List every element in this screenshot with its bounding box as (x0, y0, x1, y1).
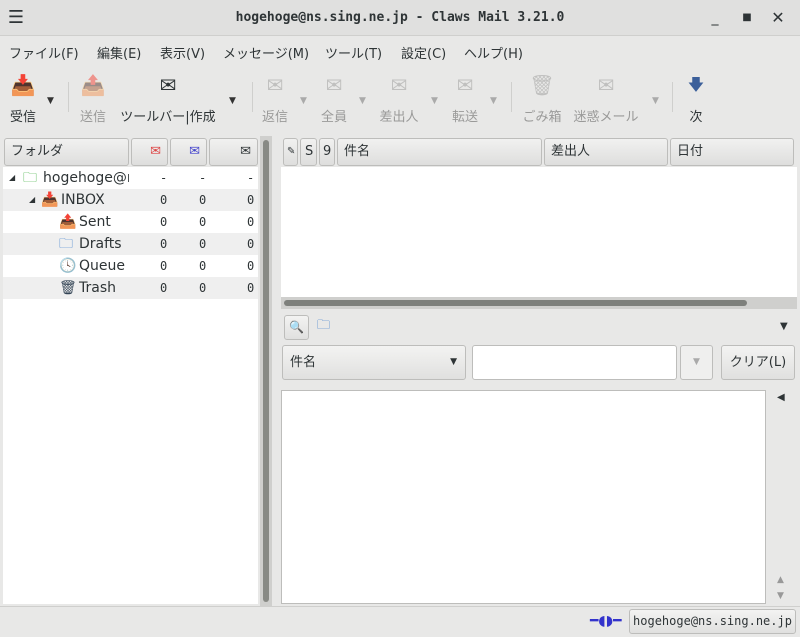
folder-icon: 🗀 (317, 318, 331, 333)
spam-icon: ✉ (597, 73, 615, 97)
reply-button[interactable]: ✉ 返信 (260, 72, 290, 125)
attachment-column-header[interactable]: 9 (319, 138, 335, 166)
message-list[interactable] (281, 167, 797, 297)
folder-row-inbox[interactable]: ◢ 📥 INBOX 0 0 0 (3, 189, 258, 211)
folder-row-sent[interactable]: 📤 Sent 0 0 0 (3, 211, 258, 233)
queue-icon: 🕓 (59, 258, 77, 274)
reply-sender-button[interactable]: ✉ 差出人 (378, 72, 420, 125)
unread-column-header[interactable]: ✉ (170, 138, 207, 166)
quick-search-toggle[interactable]: 🔍 (284, 315, 309, 340)
account-folder-icon: 🗀 (23, 170, 37, 186)
forward-icon: ✉ (456, 73, 474, 97)
trash-folder-icon: 🗑 (59, 280, 77, 296)
account-status-button[interactable]: hogehoge@ns.sing.ne.jp (629, 609, 796, 634)
reply-all-icon: ✉ (325, 73, 343, 97)
scroll-down-icon[interactable]: ▼ (777, 591, 784, 601)
receive-mail-icon: 📥 (10, 73, 36, 97)
menu-message[interactable]: メッセージ(M) (223, 43, 309, 62)
forward-button[interactable]: ✉ 転送 (450, 72, 480, 125)
new-mail-icon: ✉ (150, 144, 161, 159)
compose-button[interactable]: ✉ ツールバー|作成 (118, 72, 218, 125)
folder-tree: ◢🗀hogehoge@ns--- ◢📥INBOX000 📤Sent000 🗀Dr… (3, 167, 258, 604)
window-title: hogehoge@ns.sing.ne.jp - Claws Mail 3.21… (235, 10, 565, 25)
mark-column-header[interactable]: ✎ (283, 138, 298, 166)
collapse-left-icon[interactable]: ◀ (777, 392, 785, 403)
folder-column-header[interactable]: フォルダ (4, 138, 129, 166)
chevron-down-icon: ▼ (693, 357, 700, 367)
forward-dropdown-icon[interactable]: ▼ (490, 96, 497, 106)
total-column-header[interactable]: ✉ (209, 138, 258, 166)
reply-icon: ✉ (266, 73, 284, 97)
menu-settings[interactable]: 設定(C) (401, 43, 446, 62)
menu-tools[interactable]: ツール(T) (325, 43, 382, 62)
spam-button[interactable]: ✉ 迷惑メール (572, 72, 640, 125)
spam-dropdown-icon[interactable]: ▼ (652, 96, 659, 106)
new-column-header[interactable]: ✉ (131, 138, 168, 166)
from-column-header[interactable]: 差出人 (544, 138, 668, 166)
sent-icon: 📤 (59, 214, 77, 230)
message-view[interactable] (281, 390, 766, 604)
folder-row-drafts[interactable]: 🗀 Drafts 0 0 0 (3, 233, 258, 255)
reply-all-dropdown-icon[interactable]: ▼ (359, 96, 366, 106)
down-arrow-icon: 🡇 (687, 75, 705, 94)
send-mail-icon: 📤 (80, 73, 106, 97)
minimize-button[interactable]: _ (705, 8, 725, 28)
unread-mail-icon: ✉ (189, 144, 200, 159)
search-input[interactable] (472, 345, 677, 380)
status-column-header[interactable]: S (300, 138, 317, 166)
send-button[interactable]: 📤 送信 (78, 72, 108, 125)
status-bar: ━◖◗━ hogehoge@ns.sing.ne.jp (0, 606, 800, 637)
pane-splitter[interactable] (260, 136, 272, 606)
expand-dropdown-icon[interactable]: ▼ (780, 321, 788, 332)
menu-edit[interactable]: 編集(E) (97, 43, 141, 62)
total-mail-icon: ✉ (240, 144, 251, 159)
menu-file[interactable]: ファイル(F) (9, 43, 79, 62)
trash-button[interactable]: 🗑 ごみ箱 (520, 72, 564, 125)
folder-row-trash[interactable]: 🗑 Trash 0 0 0 (3, 277, 258, 299)
menu-view[interactable]: 表示(V) (160, 43, 205, 62)
separator (252, 82, 253, 112)
menu-bar: ファイル(F) 編集(E) 表示(V) メッセージ(M) ツール(T) 設定(C… (0, 37, 800, 65)
date-column-header[interactable]: 日付 (670, 138, 794, 166)
clear-button[interactable]: クリア(L) (721, 345, 795, 380)
scroll-up-icon[interactable]: ▲ (777, 575, 784, 585)
compose-icon: ✉ (159, 73, 177, 97)
subject-column-header[interactable]: 件名 (337, 138, 542, 166)
folder-row-queue[interactable]: 🕓 Queue 0 0 0 (3, 255, 258, 277)
compose-dropdown-icon[interactable]: ▼ (229, 96, 236, 106)
receive-dropdown-icon[interactable]: ▼ (47, 96, 54, 106)
maximize-button[interactable]: ■ (737, 8, 757, 28)
search-field-select[interactable]: 件名 ▼ (282, 345, 466, 380)
next-button[interactable]: 🡇 次 (683, 72, 709, 125)
reply-all-button[interactable]: ✉ 全員 (319, 72, 349, 125)
separator (672, 82, 673, 112)
drafts-icon: 🗀 (59, 236, 73, 252)
pencil-icon: ✎ (287, 146, 296, 157)
horizontal-scrollbar[interactable] (281, 297, 797, 309)
magnifier-icon: 🔍 (289, 320, 304, 334)
close-button[interactable]: ✕ (768, 8, 788, 28)
menu-help[interactable]: ヘルプ(H) (464, 43, 523, 62)
reply-dropdown-icon[interactable]: ▼ (300, 96, 307, 106)
trash-icon: 🗑 (529, 73, 555, 97)
expander-icon[interactable]: ◢ (29, 189, 35, 211)
reply-sender-icon: ✉ (390, 73, 408, 97)
inbox-icon: 📥 (41, 192, 59, 208)
chevron-down-icon: ▼ (450, 357, 457, 367)
reply-sender-dropdown-icon[interactable]: ▼ (431, 96, 438, 106)
separator (68, 82, 69, 112)
folder-row-account[interactable]: ◢🗀hogehoge@ns--- (3, 167, 258, 189)
expander-icon[interactable]: ◢ (9, 167, 15, 189)
online-plug-icon[interactable]: ━◖◗━ (590, 613, 622, 629)
separator (511, 82, 512, 112)
title-bar: ☰ hogehoge@ns.sing.ne.jp - Claws Mail 3.… (0, 0, 800, 36)
search-history-dropdown[interactable]: ▼ (680, 345, 713, 380)
receive-button[interactable]: 📥 受信 (8, 72, 38, 125)
